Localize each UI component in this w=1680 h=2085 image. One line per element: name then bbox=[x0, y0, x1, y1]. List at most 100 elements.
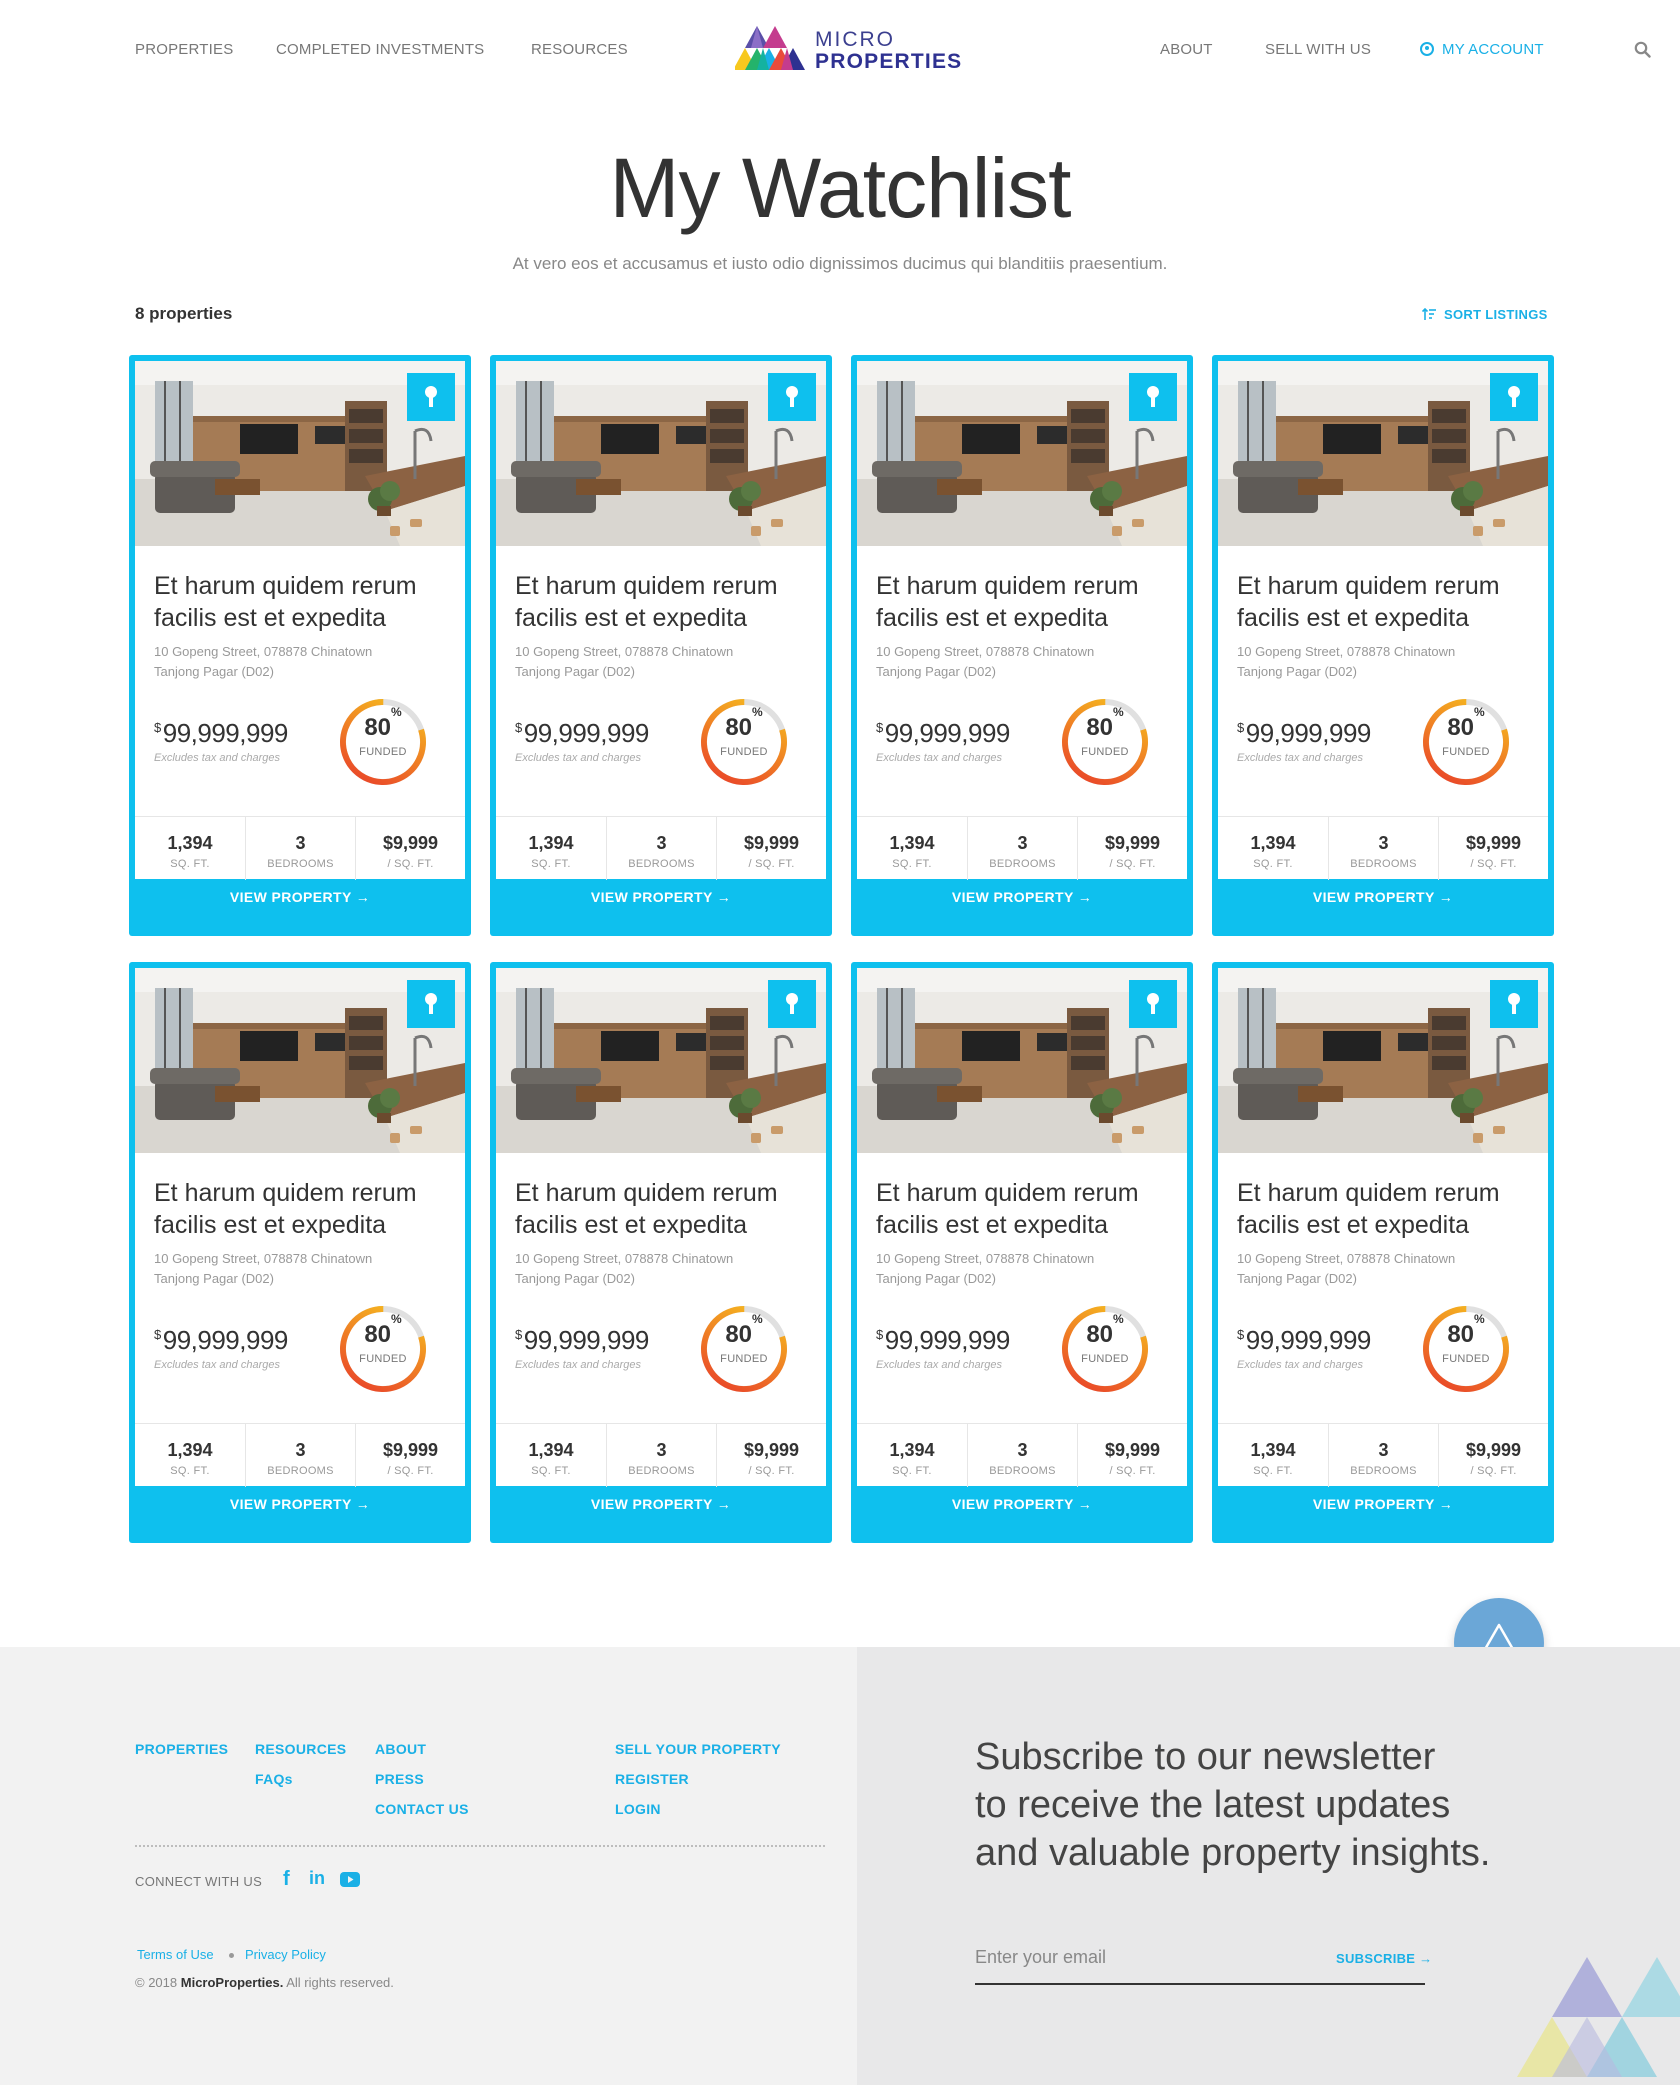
property-card[interactable]: Et harum quidem rerum facilis est et exp… bbox=[1212, 355, 1554, 936]
property-photo[interactable] bbox=[1218, 968, 1548, 1153]
stat-sqft-label: SQ. FT. bbox=[1253, 858, 1293, 870]
watchlist-pin-button[interactable] bbox=[768, 980, 816, 1028]
stat-psf-value: $9,999 bbox=[1104, 833, 1161, 853]
footer-link-faqs[interactable]: FAQs bbox=[255, 1771, 293, 1787]
property-title[interactable]: Et harum quidem rerum facilis est et exp… bbox=[154, 570, 454, 634]
nav-sell-with-us[interactable]: SELL WITH US bbox=[1265, 41, 1371, 58]
price-currency: $ bbox=[154, 720, 161, 735]
nav-my-account-label: MY ACCOUNT bbox=[1442, 41, 1544, 58]
stat-bedrooms-label: BEDROOMS bbox=[628, 1465, 695, 1477]
property-title[interactable]: Et harum quidem rerum facilis est et exp… bbox=[1237, 570, 1537, 634]
footer-link-login[interactable]: LOGIN bbox=[615, 1801, 661, 1817]
watchlist-pin-button[interactable] bbox=[407, 980, 455, 1028]
property-address: 10 Gopeng Street, 078878 Chinatown Tanjon… bbox=[876, 1249, 1176, 1289]
ring-progress bbox=[1062, 699, 1148, 785]
search-icon[interactable] bbox=[1634, 41, 1651, 58]
nav-my-account[interactable]: MY ACCOUNT bbox=[1420, 41, 1544, 58]
view-property-button[interactable]: VIEW PROPERTY → bbox=[490, 889, 832, 905]
watchlist-pin-button[interactable] bbox=[407, 373, 455, 421]
stat-sqft-value: 1,394 bbox=[167, 833, 213, 853]
property-address: 10 Gopeng Street, 078878 Chinatown Tanjon… bbox=[515, 1249, 815, 1289]
footer-link-contact-us[interactable]: CONTACT US bbox=[375, 1801, 469, 1817]
address-line-2: Tanjong Pagar (D02) bbox=[876, 664, 996, 679]
stat-psf: $9,999 / SQ. FT. bbox=[716, 817, 826, 880]
property-card[interactable]: Et harum quidem rerum facilis est et exp… bbox=[1212, 962, 1554, 1543]
ring-progress bbox=[1062, 1306, 1148, 1392]
property-price: $99,999,999 bbox=[154, 718, 288, 749]
property-card[interactable]: Et harum quidem rerum facilis est et exp… bbox=[129, 962, 471, 1543]
funded-progress-ring bbox=[1062, 699, 1148, 785]
footer-link-register[interactable]: REGISTER bbox=[615, 1771, 689, 1787]
view-property-button[interactable]: VIEW PROPERTY → bbox=[1212, 889, 1554, 905]
sort-listings-button[interactable]: SORT LISTINGS bbox=[1422, 307, 1548, 322]
stat-bedrooms: 3 BEDROOMS bbox=[245, 817, 355, 880]
stat-psf-value: $9,999 bbox=[1465, 833, 1522, 853]
terms-of-use-link[interactable]: Terms of Use bbox=[137, 1947, 214, 1962]
property-card[interactable]: Et harum quidem rerum facilis est et exp… bbox=[129, 355, 471, 936]
footer-link-resources[interactable]: RESOURCES bbox=[255, 1741, 346, 1757]
watchlist-pin-button[interactable] bbox=[1490, 980, 1538, 1028]
property-title[interactable]: Et harum quidem rerum facilis est et exp… bbox=[876, 1177, 1176, 1241]
nav-properties[interactable]: PROPERTIES bbox=[135, 41, 233, 58]
property-photo[interactable] bbox=[135, 968, 465, 1153]
price-currency: $ bbox=[154, 1327, 161, 1342]
property-card[interactable]: Et harum quidem rerum facilis est et exp… bbox=[851, 962, 1193, 1543]
property-card[interactable]: Et harum quidem rerum facilis est et exp… bbox=[851, 355, 1193, 936]
watchlist-pin-button[interactable] bbox=[768, 373, 816, 421]
nav-resources[interactable]: RESOURCES bbox=[531, 41, 628, 58]
watchlist-pin-button[interactable] bbox=[1129, 373, 1177, 421]
property-title[interactable]: Et harum quidem rerum facilis est et exp… bbox=[1237, 1177, 1537, 1241]
view-property-button[interactable]: VIEW PROPERTY → bbox=[129, 1496, 471, 1512]
property-price: $99,999,999 bbox=[876, 718, 1010, 749]
property-title[interactable]: Et harum quidem rerum facilis est et exp… bbox=[154, 1177, 454, 1241]
logo[interactable]: MICRO PROPERTIES bbox=[735, 26, 961, 74]
nav-completed-investments[interactable]: COMPLETED INVESTMENTS bbox=[276, 41, 484, 58]
property-photo[interactable] bbox=[496, 361, 826, 546]
subscribe-button[interactable]: SUBSCRIBE → bbox=[1336, 1951, 1432, 1966]
stat-bedrooms-value: 3 bbox=[1017, 1440, 1028, 1460]
property-title[interactable]: Et harum quidem rerum facilis est et exp… bbox=[515, 1177, 815, 1241]
view-property-button[interactable]: VIEW PROPERTY → bbox=[851, 1496, 1193, 1512]
property-photo[interactable] bbox=[496, 968, 826, 1153]
nav-about[interactable]: ABOUT bbox=[1160, 41, 1213, 58]
youtube-icon[interactable] bbox=[340, 1872, 360, 1894]
property-card[interactable]: Et harum quidem rerum facilis est et exp… bbox=[490, 962, 832, 1543]
property-card[interactable]: Et harum quidem rerum facilis est et exp… bbox=[490, 355, 832, 936]
view-property-button[interactable]: VIEW PROPERTY → bbox=[490, 1496, 832, 1512]
funded-percent-unit: % bbox=[1474, 705, 1485, 719]
sort-icon bbox=[1422, 308, 1436, 320]
footer-link-about[interactable]: ABOUT bbox=[375, 1741, 426, 1757]
property-title[interactable]: Et harum quidem rerum facilis est et exp… bbox=[515, 570, 815, 634]
property-photo[interactable] bbox=[1218, 361, 1548, 546]
newsletter-line-1: Subscribe to our newsletter bbox=[975, 1736, 1436, 1778]
funded-progress-ring bbox=[340, 1306, 426, 1392]
funded-percent-value: 80 bbox=[1447, 714, 1475, 741]
funded-percent: 80% bbox=[1059, 1312, 1151, 1349]
watchlist-pin-button[interactable] bbox=[1129, 980, 1177, 1028]
property-title[interactable]: Et harum quidem rerum facilis est et exp… bbox=[876, 570, 1176, 634]
stat-psf: $9,999 / SQ. FT. bbox=[1077, 1424, 1187, 1487]
funded-percent-value: 80 bbox=[1086, 714, 1114, 741]
funded-progress-ring bbox=[340, 699, 426, 785]
footer-link-properties[interactable]: PROPERTIES bbox=[135, 1741, 228, 1757]
linkedin-icon[interactable]: in bbox=[309, 1868, 325, 1890]
price-value: 99,999,999 bbox=[523, 718, 650, 748]
property-photo[interactable] bbox=[857, 361, 1187, 546]
ring-progress bbox=[340, 1306, 426, 1392]
watchlist-pin-button[interactable] bbox=[1490, 373, 1538, 421]
property-photo[interactable] bbox=[135, 361, 465, 546]
email-input[interactable]: Enter your email bbox=[975, 1947, 1106, 1968]
footer-link-sell-your-property[interactable]: SELL YOUR PROPERTY bbox=[615, 1741, 781, 1757]
newsletter-line-3: and valuable property insights. bbox=[975, 1832, 1491, 1874]
stat-sqft-label: SQ. FT. bbox=[531, 1465, 571, 1477]
property-photo[interactable] bbox=[857, 968, 1187, 1153]
view-property-button[interactable]: VIEW PROPERTY → bbox=[129, 889, 471, 905]
view-property-button[interactable]: VIEW PROPERTY → bbox=[851, 889, 1193, 905]
view-property-button[interactable]: VIEW PROPERTY → bbox=[1212, 1496, 1554, 1512]
property-card-body: Et harum quidem rerum facilis est et exp… bbox=[857, 546, 1187, 880]
facebook-icon[interactable]: f bbox=[283, 1868, 290, 1890]
privacy-policy-link[interactable]: Privacy Policy bbox=[245, 1947, 326, 1962]
address-line-1: 10 Gopeng Street, 078878 Chinatown bbox=[876, 1251, 1095, 1266]
price-value: 99,999,999 bbox=[884, 1325, 1011, 1355]
footer-link-press[interactable]: PRESS bbox=[375, 1771, 424, 1787]
